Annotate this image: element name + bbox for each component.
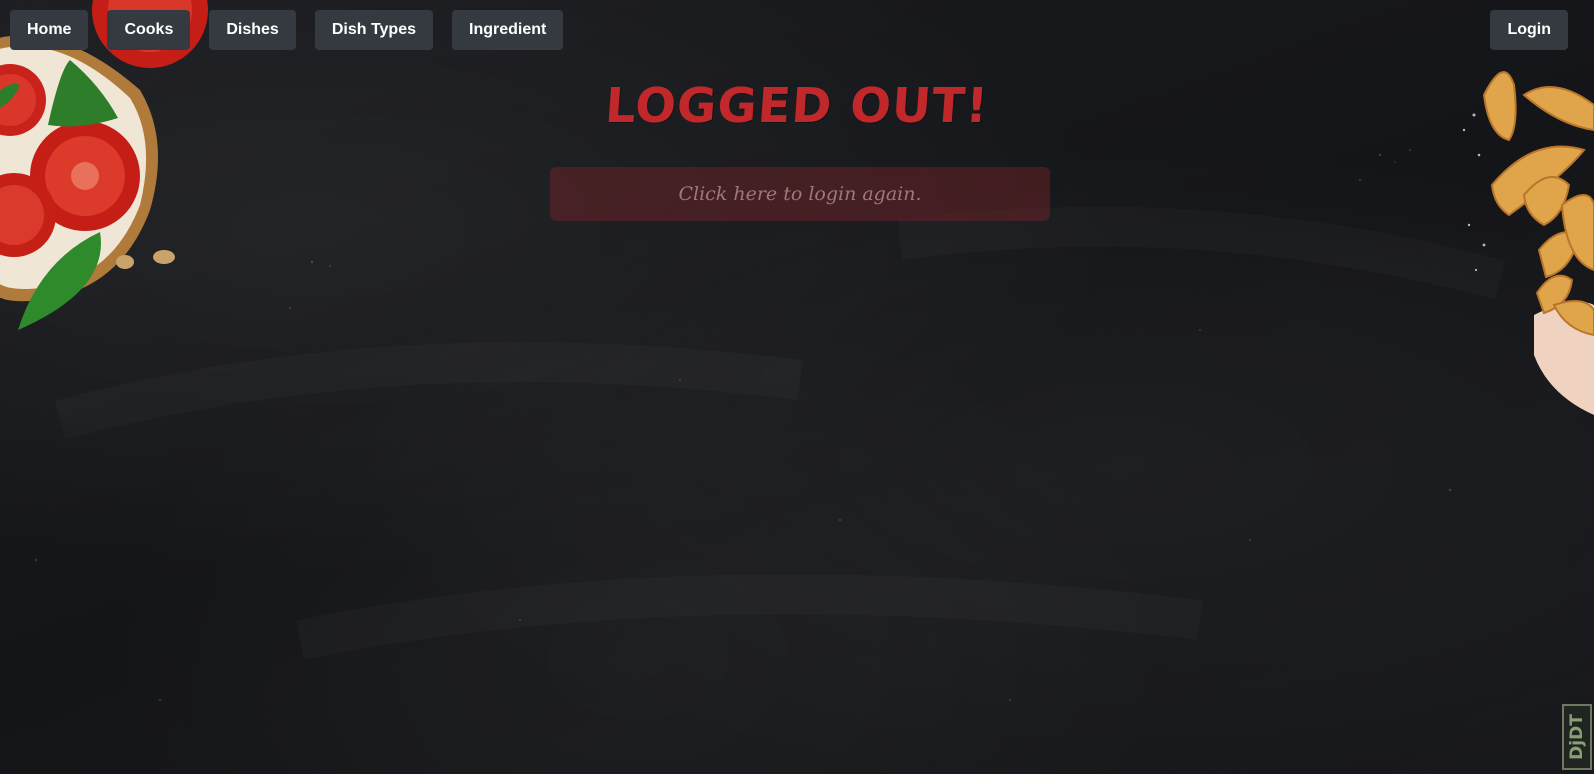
- potato-wedges-decoration: [1462, 71, 1594, 415]
- login-button[interactable]: Login: [1490, 10, 1568, 50]
- debug-toolbar-label: DjDT: [1567, 714, 1587, 760]
- debug-toolbar-handle[interactable]: DjDT: [1562, 704, 1592, 770]
- page-title: LOGGED OUT!: [603, 78, 991, 134]
- main-nav: Home Cooks Dishes Dish Types Ingredient: [10, 10, 564, 50]
- auth-nav: Login: [1490, 10, 1568, 50]
- nav-dishes-button[interactable]: Dishes: [209, 10, 296, 50]
- nav-home-button[interactable]: Home: [10, 10, 89, 50]
- login-again-link[interactable]: Click here to login again.: [550, 167, 1050, 221]
- nav-ingredient-button[interactable]: Ingredient: [452, 10, 564, 50]
- nav-cooks-button[interactable]: Cooks: [107, 10, 191, 50]
- nav-dish-types-button[interactable]: Dish Types: [314, 10, 433, 50]
- bruschetta-decoration: [0, 0, 208, 330]
